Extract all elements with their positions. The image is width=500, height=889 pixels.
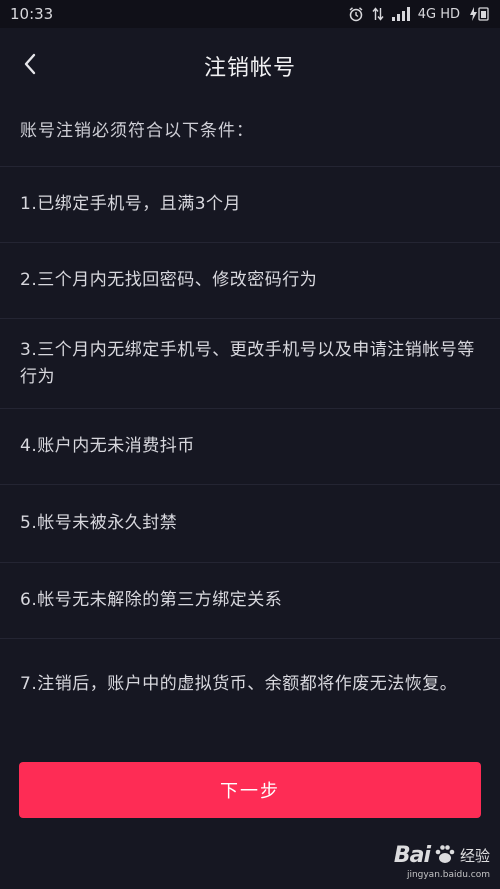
condition-item-1: 1.已绑定手机号，且满3个月: [0, 166, 500, 242]
condition-item-6: 6.帐号无未解除的第三方绑定关系: [0, 562, 500, 638]
paw-icon: [434, 843, 456, 869]
network-label: 4G HD: [417, 6, 460, 22]
conditions-list: 1.已绑定手机号，且满3个月 2.三个月内无找回密码、修改密码行为 3.三个月内…: [0, 166, 500, 730]
condition-item-5: 5.帐号未被永久封禁: [0, 484, 500, 562]
watermark-suffix: 经验: [459, 847, 490, 865]
status-icons: 4G HD: [348, 6, 490, 22]
page-title: 注销帐号: [203, 56, 296, 81]
status-bar: 10:33 4G HD: [0, 0, 500, 28]
condition-item-2: 2.三个月内无找回密码、修改密码行为: [0, 242, 500, 318]
signal-icon: [391, 7, 410, 21]
conditions-intro: 账号注销必须符合以下条件：: [20, 121, 254, 141]
baidu-jingyan-watermark: Bai 经验 jingyan.baidu.com: [350, 839, 490, 883]
back-button[interactable]: [14, 50, 46, 82]
condition-item-3: 3.三个月内无绑定手机号、更改手机号以及申请注销帐号等行为: [0, 318, 500, 408]
alarm-icon: [348, 6, 364, 22]
watermark-logo-text: Bai: [393, 843, 431, 868]
watermark-url: jingyan.baidu.com: [406, 869, 490, 880]
navigation-bar: 注销帐号: [0, 28, 500, 104]
battery-charging-icon: [468, 7, 490, 21]
status-time: 10:33: [10, 5, 54, 23]
chevron-left-icon: [22, 52, 38, 80]
data-arrows-icon: [372, 6, 384, 22]
condition-item-7: 7.注销后，账户中的虚拟货币、余额都将作废无法恢复。: [0, 638, 500, 730]
watermark-logo: Bai 经验: [394, 843, 490, 869]
next-step-button[interactable]: 下一步: [19, 762, 481, 818]
condition-item-4: 4.账户内无未消费抖币: [0, 408, 500, 484]
